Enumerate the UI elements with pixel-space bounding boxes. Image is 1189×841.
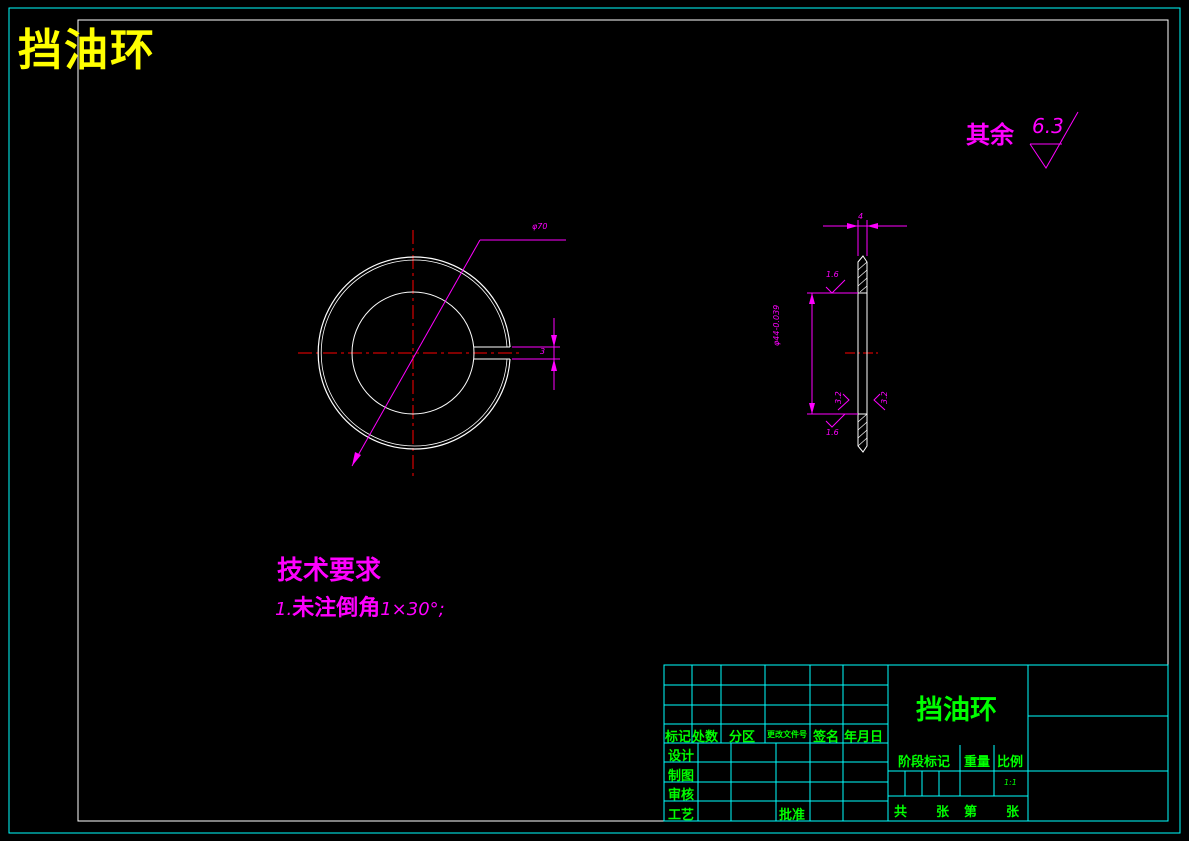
tb-hdr-docno: 更改文件号 [767,730,807,739]
ra-bottom: 1.6 [826,428,839,437]
tb-scale: 比例 [997,755,1024,770]
thick-arrow-right [867,223,878,229]
dia-arrow [352,452,361,466]
section-view [807,220,907,453]
ra-top: 1.6 [826,270,839,279]
gap-arrow-bottom [551,359,557,371]
tech-req-item-1-num: 1. [275,599,293,620]
tb-draw: 制图 [668,769,695,784]
tech-req-item-1-spec: 1×30°; [380,599,445,620]
gap-arrow-top [551,335,557,347]
section-hatch-top [857,261,868,293]
tb-stage-mark: 阶段标记 [898,755,951,770]
dim-inner-dia: φ44-0.039 [772,304,781,346]
tech-req-item-1: 1.未注倒角1×30°; [275,590,445,622]
ra-face: 3.2 [880,391,889,404]
id-arrow-top [809,293,815,304]
tb-hdr-zone: 分区 [729,730,756,745]
roughness-other-value: 6.3 [1032,114,1064,138]
id-arrow-bottom [809,403,815,414]
front-view [298,230,566,480]
dim-outer-dia: φ70 [532,222,548,231]
tb-hdr-date: 年月日 [844,730,884,745]
tb-total: 共 [894,805,908,820]
tb-weight: 重量 [964,755,991,770]
tb-hdr-mark: 标记 [665,730,692,745]
tech-req-title: 技术要求 [277,556,382,586]
dim-thickness: 4 [858,212,864,221]
thick-arrow-left [847,223,858,229]
drawing-title: 挡油环 [18,25,156,76]
tb-scale-value: 1:1 [1004,778,1017,787]
dim-gap: 3 [540,347,546,356]
section-outline [857,255,868,453]
tb-check: 审核 [668,788,695,803]
section-hatch-bottom [857,413,868,447]
roughness-other-label: 其余 [966,121,1014,149]
tb-approve: 批准 [779,808,806,823]
tb-hdr-count: 处数 [692,730,719,745]
tech-req-item-1-text: 未注倒角 [292,596,381,621]
tb-process: 工艺 [668,808,695,823]
tb-design: 设计 [668,749,695,764]
title-block-part-name: 挡油环 [916,695,997,726]
tb-hdr-sign: 签名 [813,730,840,745]
tb-sheet: 张 [936,805,950,820]
tb-sheet-2: 张 [1006,805,1020,820]
tb-no: 第 [964,805,978,820]
ra-inner: 3.2 [834,391,843,404]
